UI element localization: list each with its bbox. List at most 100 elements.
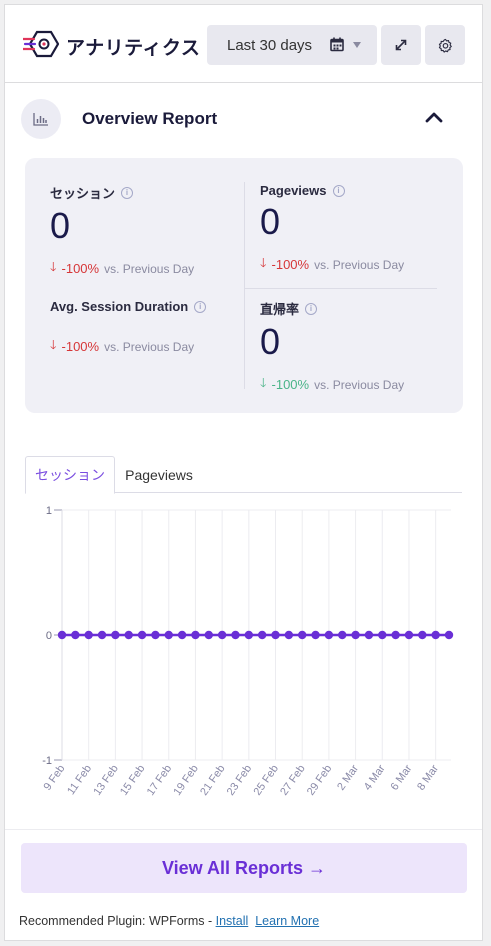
data-point	[404, 630, 414, 640]
stat-sessions: セッション i 0 🡓 -100% vs. Previous Day	[50, 183, 194, 279]
view-all-reports-label: View All Reports	[161, 857, 304, 878]
data-point	[151, 630, 160, 640]
chevron-down-icon	[353, 42, 361, 48]
info-icon[interactable]: i	[194, 300, 207, 313]
data-point	[351, 630, 360, 640]
data-point	[244, 630, 254, 640]
data-point	[204, 630, 213, 640]
data-point	[177, 630, 187, 640]
gear-icon	[438, 38, 452, 53]
tab-sessions[interactable]: セッション	[25, 456, 115, 494]
data-point	[284, 630, 294, 640]
data-point	[378, 630, 387, 640]
data-point	[444, 630, 454, 640]
y-tick-label: 0	[46, 630, 52, 642]
data-point	[191, 630, 200, 640]
calendar-icon	[330, 37, 344, 52]
data-point	[364, 630, 374, 640]
data-point	[418, 630, 427, 640]
stat-compare: vs. Previous Day	[104, 339, 195, 354]
stat-compare: vs. Previous Day	[314, 377, 405, 392]
info-icon[interactable]: i	[121, 186, 134, 199]
x-tick-label: 4 Mar	[362, 763, 388, 793]
analytics-widget: アナリティクス Last 30 days Overview Report セッシ…	[4, 4, 483, 941]
settings-button[interactable]	[425, 25, 465, 65]
footer-divider	[5, 829, 482, 830]
stat-compare: vs. Previous Day	[314, 257, 405, 272]
x-tick-label: 17 Feb	[145, 763, 174, 798]
brand-title: アナリティクス	[66, 37, 201, 59]
report-tabs: セッション Pageviews	[25, 456, 462, 494]
data-point	[97, 630, 107, 640]
stat-change: -100%	[61, 261, 100, 276]
stat-value: 0	[50, 205, 71, 246]
overview-icon-wrap	[21, 99, 61, 139]
stat-label: Pageviews	[260, 183, 327, 198]
stat-change: -100%	[61, 339, 100, 354]
stats-divider-vertical	[244, 182, 245, 389]
tab-pageviews[interactable]: Pageviews	[115, 456, 203, 493]
x-tick-label: 9 Feb	[41, 763, 67, 793]
bar-chart-icon	[33, 113, 48, 126]
install-link[interactable]: Install	[216, 914, 249, 928]
info-icon[interactable]: i	[332, 184, 345, 197]
stat-label: Avg. Session Duration	[50, 299, 189, 314]
stat-pageviews: Pageviews i 0 🡓 -100% vs. Previous Day	[260, 183, 404, 275]
learn-more-link[interactable]: Learn More	[255, 914, 319, 928]
stat-label: セッション	[50, 186, 116, 201]
stat-change: -100%	[271, 377, 310, 392]
date-range-select[interactable]: Last 30 days	[207, 25, 377, 65]
x-tick-label: 23 Feb	[225, 763, 254, 798]
overview-title: Overview Report	[82, 109, 218, 128]
data-point	[324, 630, 334, 640]
data-point	[298, 630, 307, 640]
plugin-name: WPForms	[148, 914, 205, 928]
arrow-right-icon: →	[308, 857, 327, 878]
x-tick-label: 29 Feb	[305, 763, 334, 798]
y-tick-label: -1	[42, 755, 52, 767]
data-point	[338, 630, 347, 640]
x-tick-label: 13 Feb	[91, 763, 120, 798]
expand-button[interactable]	[381, 25, 421, 65]
arrow-down-icon: 🡓	[50, 338, 57, 352]
separator: -	[204, 914, 216, 928]
data-point	[431, 630, 440, 640]
x-tick-label: 15 Feb	[118, 763, 147, 798]
data-point	[231, 630, 240, 640]
x-tick-label: 8 Mar	[415, 763, 441, 793]
data-point	[137, 630, 147, 640]
x-tick-label: 11 Feb	[65, 763, 94, 797]
stats-divider-horizontal	[244, 288, 437, 289]
info-icon[interactable]: i	[305, 302, 318, 315]
x-tick-label: 25 Feb	[251, 763, 280, 798]
data-point	[257, 630, 267, 640]
data-point	[164, 630, 173, 640]
data-point	[71, 630, 80, 640]
arrow-down-icon: 🡓	[260, 256, 267, 270]
data-point	[311, 630, 320, 640]
x-tick-label: 21 Feb	[198, 763, 227, 798]
expand-icon	[395, 39, 407, 51]
date-range-label: Last 30 days	[227, 36, 313, 54]
data-point	[271, 630, 280, 640]
arrow-down-icon: 🡓	[260, 376, 267, 390]
x-tick-label: 19 Feb	[171, 763, 200, 798]
stat-change: -100%	[271, 257, 310, 272]
recommended-plugin: Recommended Plugin: WPForms - Install Le…	[19, 914, 319, 928]
view-all-reports-button[interactable]: View All Reports →	[21, 843, 467, 893]
chevron-up-icon[interactable]	[425, 111, 443, 123]
stats-panel: セッション i 0 🡓 -100% vs. Previous Day Pageview…	[25, 158, 463, 413]
stat-bounce-rate: 直帰率 i 0 🡓 -100% vs. Previous Day	[260, 299, 404, 395]
x-tick-label: 2 Mar	[335, 763, 361, 793]
data-point	[124, 630, 133, 640]
x-tick-label: 6 Mar	[388, 763, 414, 793]
widget-header: アナリティクス Last 30 days	[5, 5, 482, 83]
stat-avg-session-duration: Avg. Session Duration i 🡓 -100% vs. Previou…	[50, 299, 207, 357]
stat-value: 0	[260, 321, 281, 362]
y-tick-label: 1	[46, 505, 52, 517]
sessions-line-chart: 9 Feb11 Feb13 Feb15 Feb17 Feb19 Feb21 Fe…	[41, 505, 454, 798]
data-point	[391, 630, 400, 640]
data-point	[111, 630, 120, 640]
data-point	[217, 630, 227, 640]
x-tick-label: 27 Feb	[278, 763, 307, 798]
